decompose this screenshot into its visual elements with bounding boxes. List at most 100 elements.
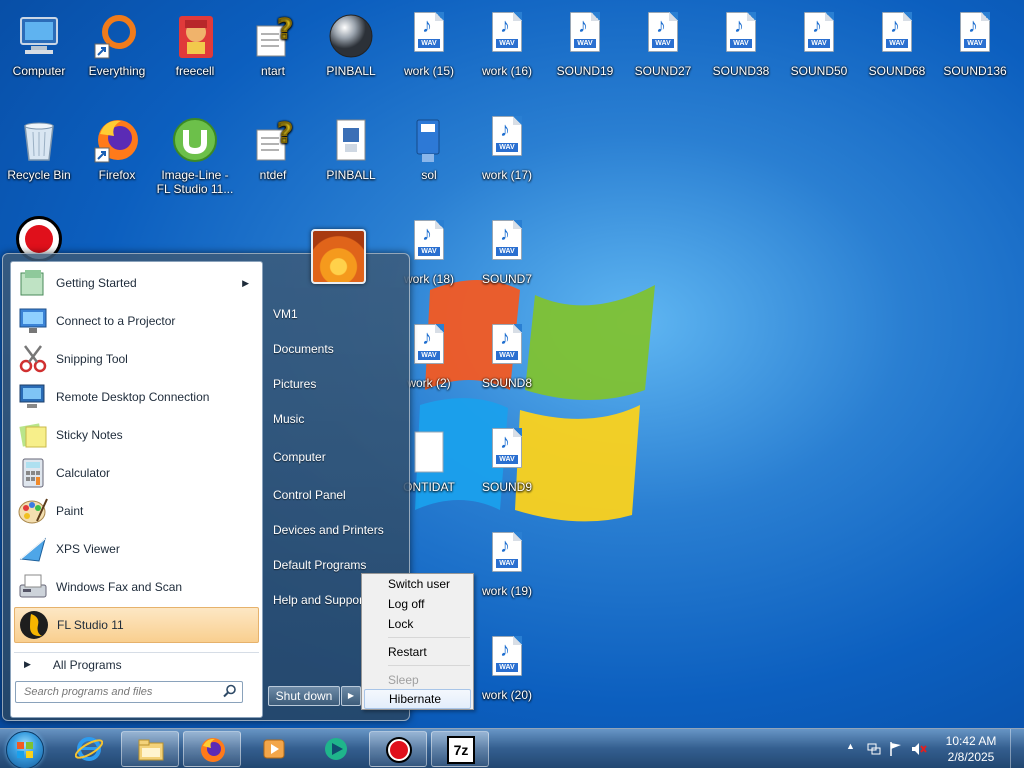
taskbar-internet-explorer[interactable]: [60, 731, 118, 767]
desktop-icon[interactable]: PINBALL: [312, 116, 390, 216]
start-program-item[interactable]: Getting Started ▶: [14, 265, 259, 301]
svg-text:?: ?: [277, 116, 293, 149]
volume-muted-icon[interactable]: [910, 741, 928, 757]
user-picture[interactable]: [311, 229, 366, 284]
start-program-item[interactable]: XPS Viewer: [14, 531, 259, 567]
wav-file-icon: ♪ WAV: [951, 12, 999, 60]
desktop-icon[interactable]: ♪ WAV SOUND27: [624, 12, 702, 112]
firefox-icon: [93, 116, 141, 164]
all-programs-button[interactable]: ▶ All Programs: [14, 652, 259, 676]
desktop-icon[interactable]: Firefox: [78, 116, 156, 216]
start-right-link[interactable]: Help and Support: [273, 593, 366, 607]
start-program-label: FL Studio 11: [57, 618, 124, 632]
desktop-icon[interactable]: ♪ WAV SOUND68: [858, 12, 936, 112]
start-program-item[interactable]: FL Studio 11: [14, 607, 259, 643]
start-program-label: Paint: [56, 504, 84, 518]
desktop-icon[interactable]: ♪ WAV SOUND8: [468, 324, 546, 424]
start-right-link[interactable]: Pictures: [273, 377, 316, 391]
taskbar-file-explorer[interactable]: [121, 731, 179, 767]
start-program-item[interactable]: Paint: [14, 493, 259, 529]
firefox-icon: [201, 738, 225, 762]
wav-file-icon: ♪ WAV: [873, 12, 921, 60]
shutdown-submenu: Switch user Log off Lock Restart Sleep Hibern…: [361, 573, 474, 710]
start-program-item[interactable]: Snipping Tool: [14, 341, 259, 377]
show-desktop-button[interactable]: [1010, 729, 1024, 768]
start-right-link[interactable]: Control Panel: [273, 488, 346, 502]
taskbar-firefox[interactable]: [183, 731, 241, 767]
desktop-icon-label: Image-Line - FL Studio 11...: [156, 168, 234, 196]
desktop-icon-label: SOUND27: [634, 64, 692, 78]
wav-file-icon: ♪ WAV: [483, 116, 531, 164]
taskbar-app[interactable]: [307, 731, 365, 767]
desktop-icon[interactable]: Recycle Bin: [0, 116, 78, 216]
shutdown-button[interactable]: Shut down: [268, 686, 340, 706]
desktop-icon-label: PINBALL: [326, 168, 376, 182]
desktop-icon[interactable]: sol: [390, 116, 468, 216]
desktop-icon[interactable]: ? ntdef: [234, 116, 312, 216]
network-icon[interactable]: [866, 741, 882, 757]
shutdown-option[interactable]: Hibernate: [364, 689, 471, 709]
shutdown-option[interactable]: Lock: [364, 614, 471, 634]
desktop-icon[interactable]: ♪ WAV SOUND136: [936, 12, 1014, 112]
show-hidden-icons-icon[interactable]: ▲: [846, 741, 855, 751]
desktop-icon-label: SOUND68: [868, 64, 926, 78]
start-right-link[interactable]: VM1: [273, 307, 298, 321]
taskbar-media-player[interactable]: [245, 731, 303, 767]
desktop-icon[interactable]: ♪ WAV SOUND9: [468, 428, 546, 528]
start-button[interactable]: [6, 731, 44, 768]
start-right-link[interactable]: Documents: [273, 342, 334, 356]
desktop-icon-label: Computer: [12, 64, 66, 78]
start-right-link[interactable]: Default Programs: [273, 558, 366, 572]
desktop-icon-label: Recycle Bin: [7, 168, 71, 182]
start-right-link[interactable]: Devices and Printers: [273, 523, 384, 537]
media-player-icon: [263, 739, 285, 759]
desktop-icon[interactable]: ♪ WAV SOUND50: [780, 12, 858, 112]
start-right-link[interactable]: Music: [273, 412, 304, 426]
taskbar-recorder[interactable]: [369, 731, 427, 767]
desktop-icon[interactable]: ? ntart: [234, 12, 312, 112]
shutdown-options-button[interactable]: ▶: [341, 686, 361, 706]
desktop-icon-label: sol: [421, 168, 437, 182]
shutdown-option[interactable]: Restart: [364, 642, 471, 662]
shutdown-option[interactable]: Log off: [364, 594, 471, 614]
start-search-input[interactable]: Search programs and files: [15, 681, 243, 703]
start-program-item[interactable]: Connect to a Projector: [14, 303, 259, 339]
triangle-right-icon: ▶: [24, 659, 31, 669]
desktop-icon[interactable]: PINBALL: [312, 12, 390, 112]
desktop-icon[interactable]: Everything: [78, 12, 156, 112]
desktop-icon-label: work (16): [481, 64, 532, 78]
desktop-icon[interactable]: ♪ WAV work (19): [468, 532, 546, 632]
desktop-icon[interactable]: ♪ WAV SOUND19: [546, 12, 624, 112]
desktop-icon[interactable]: ♪ WAV work (17): [468, 116, 546, 216]
desktop-icon[interactable]: ♪ WAV work (16): [468, 12, 546, 112]
desktop-icon[interactable]: Computer: [0, 12, 78, 112]
everything-icon: [93, 12, 141, 60]
desktop-icon[interactable]: ♪ WAV SOUND7: [468, 220, 546, 320]
action-center-flag-icon[interactable]: [888, 741, 904, 757]
desktop-icon[interactable]: ♪ WAV work (20): [468, 636, 546, 736]
taskbar: 7z ▲ 10:42 AM 2/8/2025: [0, 728, 1024, 768]
start-program-label: Sticky Notes: [56, 428, 123, 442]
wav-file-icon: ♪ WAV: [405, 12, 453, 60]
utorrent-icon: [171, 116, 219, 164]
computer-icon: [15, 12, 63, 60]
desktop-icon[interactable]: freecell: [156, 12, 234, 112]
desktop-icon[interactable]: Image-Line - FL Studio 11...: [156, 116, 234, 216]
desktop-icon-label: work (2): [407, 376, 451, 390]
desktop-icon[interactable]: ♪ WAV SOUND38: [702, 12, 780, 112]
desktop-icon-label: ntdef: [259, 168, 287, 182]
file-icon: [405, 428, 453, 476]
start-program-item[interactable]: Calculator: [14, 455, 259, 491]
desktop-icon[interactable]: ♪ WAV work (15): [390, 12, 468, 112]
start-program-item[interactable]: Windows Fax and Scan: [14, 569, 259, 605]
clock[interactable]: 10:42 AM 2/8/2025: [939, 733, 1003, 765]
desktop-icon-label: work (18): [403, 272, 454, 286]
wav-file-icon: ♪ WAV: [483, 428, 531, 476]
shutdown-option[interactable]: Switch user: [364, 574, 471, 594]
start-program-item[interactable]: Remote Desktop Connection: [14, 379, 259, 415]
taskbar-7zip[interactable]: 7z: [431, 731, 489, 767]
file-explorer-icon: [138, 739, 164, 761]
start-program-item[interactable]: Sticky Notes: [14, 417, 259, 453]
paint-palette-icon: [17, 495, 49, 527]
start-right-link[interactable]: Computer: [273, 450, 326, 464]
